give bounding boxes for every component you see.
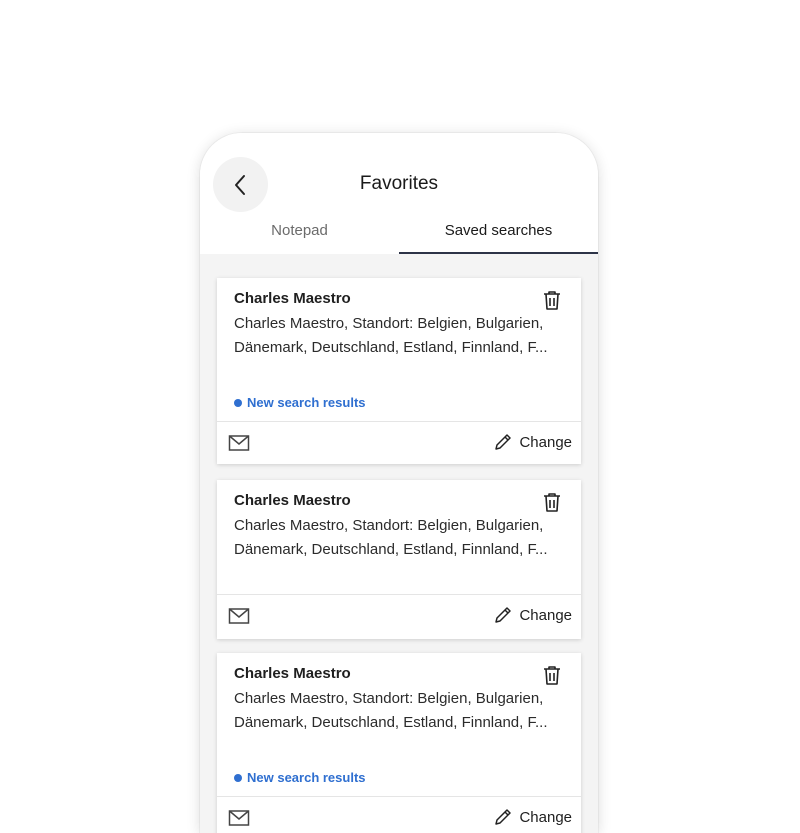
trash-icon[interactable] — [541, 664, 563, 686]
card-description: Charles Maestro, Standort: Belgien, Bulg… — [234, 690, 548, 731]
change-button[interactable]: Change — [493, 807, 572, 827]
trash-icon[interactable] — [541, 491, 563, 513]
page-title: Favorites — [359, 173, 439, 194]
phone-frame: Favorites Notepad Saved searches Charles… — [200, 133, 598, 833]
card-title: Charles Maestro — [234, 665, 351, 682]
tab-notepad[interactable]: Notepad — [200, 217, 399, 254]
change-button[interactable]: Change — [493, 432, 572, 452]
saved-search-card[interactable]: Charles Maestro Charles Maestro, Standor… — [217, 653, 581, 833]
pencil-icon — [495, 434, 512, 450]
mail-icon[interactable] — [228, 809, 250, 827]
card-footer: Change — [217, 796, 581, 833]
card-footer: Change — [217, 594, 581, 638]
saved-searches-list: Charles Maestro Charles Maestro, Standor… — [200, 254, 598, 833]
new-results-badge[interactable]: New search results — [234, 395, 366, 410]
pencil-icon — [495, 607, 512, 623]
card-footer: Change — [217, 421, 581, 465]
saved-search-card[interactable]: Charles Maestro Charles Maestro, Standor… — [217, 480, 581, 639]
tab-saved-searches[interactable]: Saved searches — [399, 217, 598, 255]
tab-bar: Notepad Saved searches — [200, 217, 598, 255]
mail-icon[interactable] — [228, 607, 250, 625]
card-description: Charles Maestro, Standort: Belgien, Bulg… — [234, 315, 548, 356]
mail-icon[interactable] — [228, 434, 250, 452]
dot-icon — [234, 773, 242, 782]
card-description: Charles Maestro, Standort: Belgien, Bulg… — [234, 517, 548, 558]
card-title: Charles Maestro — [234, 290, 351, 307]
saved-search-card[interactable]: Charles Maestro Charles Maestro, Standor… — [217, 278, 581, 464]
header: Favorites Notepad Saved searches — [200, 133, 598, 255]
dot-icon — [234, 398, 242, 407]
new-results-badge[interactable]: New search results — [234, 770, 366, 785]
trash-icon[interactable] — [541, 289, 563, 311]
change-button[interactable]: Change — [493, 605, 572, 625]
card-title: Charles Maestro — [234, 492, 351, 509]
pencil-icon — [495, 809, 512, 825]
